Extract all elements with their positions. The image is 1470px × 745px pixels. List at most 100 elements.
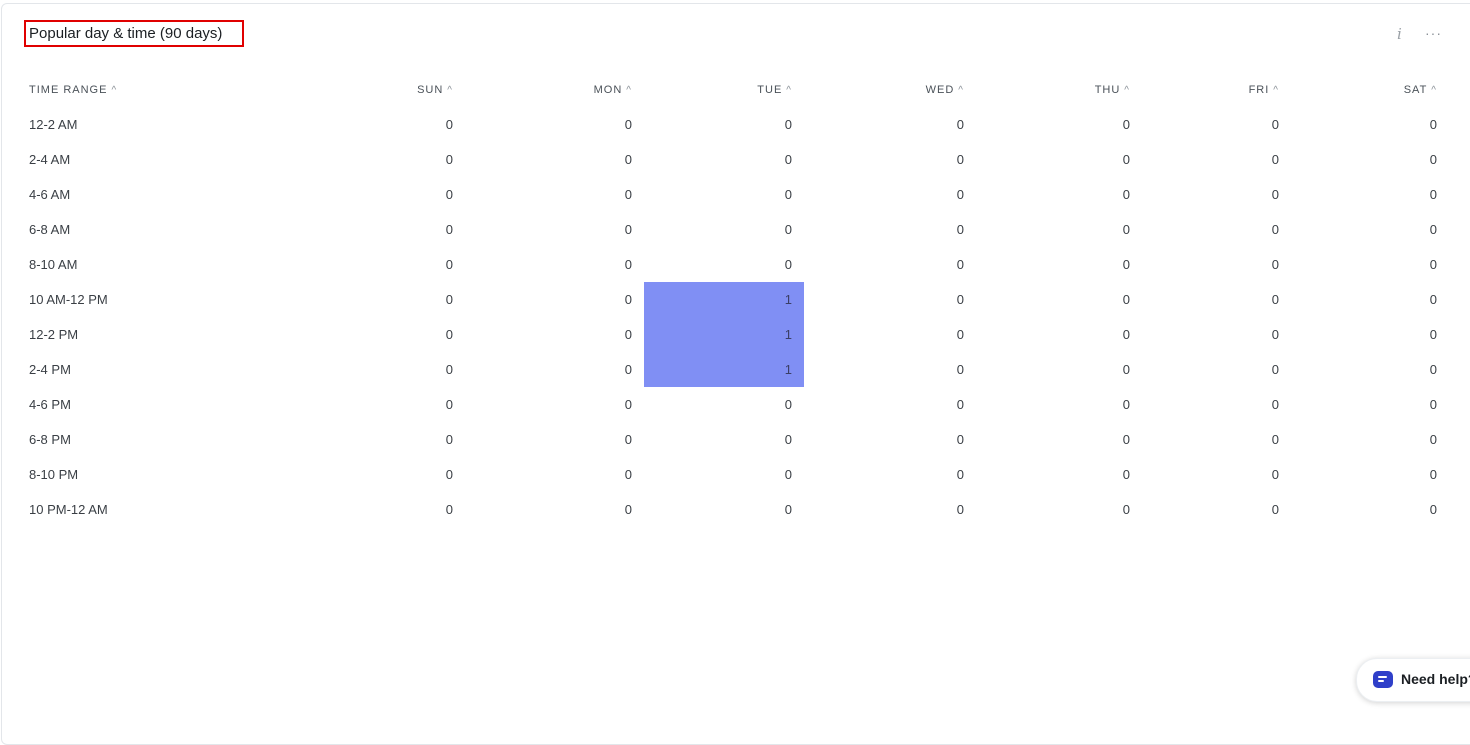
column-header-label: SAT (1403, 83, 1428, 96)
count-cell-thu: 0 (1122, 187, 1130, 202)
count-cell-sun: 0 (445, 257, 453, 272)
time-range-cell: 12-2 AM (29, 117, 78, 132)
count-cell-tue: 0 (784, 432, 792, 447)
count-cell-sat: 0 (1429, 292, 1437, 307)
column-header-thu[interactable]: THU ^ (976, 72, 1142, 107)
count-cell-wed: 0 (956, 327, 964, 342)
time-range-cell: 4-6 PM (29, 397, 71, 412)
sort-arrow-icon: ^ (447, 84, 453, 96)
column-header-sat[interactable]: SAT ^ (1291, 72, 1449, 107)
count-cell-fri: 0 (1271, 327, 1279, 342)
count-cell-wed: 0 (956, 502, 964, 517)
count-cell-fri: 0 (1271, 222, 1279, 237)
column-header-label: TIME RANGE (29, 83, 108, 96)
count-cell-mon: 0 (624, 397, 632, 412)
count-cell-mon: 0 (624, 467, 632, 482)
time-range-cell: 8-10 AM (29, 257, 78, 272)
count-cell-mon: 0 (624, 222, 632, 237)
count-cell-tue: 1 (644, 352, 804, 387)
table-body: 12-2 AM 0 0 0 0 0 0 0 2-4 AM 0 0 0 0 0 0 0 4-6 AM 0 0 0 0 0 0 0… (20, 107, 1449, 527)
count-cell-tue: 0 (784, 467, 792, 482)
count-cell-fri: 0 (1271, 467, 1279, 482)
widget-title: Popular day & time (90 days) (29, 25, 223, 42)
count-cell-mon: 0 (624, 292, 632, 307)
column-header-tue[interactable]: TUE ^ (644, 72, 804, 107)
count-cell-wed: 0 (956, 187, 964, 202)
info-icon[interactable]: i (1397, 25, 1402, 43)
count-cell-mon: 0 (624, 327, 632, 342)
count-cell-thu: 0 (1122, 502, 1130, 517)
count-cell-sat: 0 (1429, 187, 1437, 202)
sort-arrow-icon: ^ (1124, 84, 1130, 96)
more-options-icon[interactable]: ··· (1425, 25, 1442, 41)
count-cell-sun: 0 (445, 397, 453, 412)
column-header-mon[interactable]: MON ^ (465, 72, 644, 107)
count-cell-sun: 0 (445, 502, 453, 517)
sort-arrow-icon: ^ (1431, 84, 1437, 96)
count-cell-thu: 0 (1122, 432, 1130, 447)
count-cell-fri: 0 (1271, 362, 1279, 377)
time-range-cell: 10 PM-12 AM (29, 502, 108, 517)
count-cell-mon: 0 (624, 117, 632, 132)
column-header-label: TUE (757, 83, 783, 96)
table-row: 10 AM-12 PM 0 0 1 0 0 0 0 (20, 282, 1449, 317)
table-header-row: TIME RANGE ^ SUN ^ MON ^ TUE ^ WED ^ THU ^ FRI ^ SAT ^ (20, 72, 1449, 107)
count-cell-thu: 0 (1122, 152, 1130, 167)
count-cell-sun: 0 (445, 222, 453, 237)
time-range-cell: 10 AM-12 PM (29, 292, 108, 307)
column-header-label: FRI (1248, 83, 1270, 96)
time-range-cell: 6-8 AM (29, 222, 71, 237)
table-row: 12-2 AM 0 0 0 0 0 0 0 (20, 107, 1449, 142)
need-help-button[interactable]: Need help? (1356, 658, 1470, 702)
count-cell-wed: 0 (956, 292, 964, 307)
table-row: 4-6 PM 0 0 0 0 0 0 0 (20, 387, 1449, 422)
table-row: 12-2 PM 0 0 1 0 0 0 0 (20, 317, 1449, 352)
count-cell-tue: 1 (644, 317, 804, 352)
time-range-cell: 12-2 PM (29, 327, 79, 342)
count-cell-mon: 0 (624, 257, 632, 272)
table-row: 10 PM-12 AM 0 0 0 0 0 0 0 (20, 492, 1449, 527)
count-cell-mon: 0 (624, 187, 632, 202)
count-cell-wed: 0 (956, 432, 964, 447)
count-cell-tue: 0 (784, 187, 792, 202)
count-cell-wed: 0 (956, 362, 964, 377)
count-cell-sat: 0 (1429, 257, 1437, 272)
count-cell-thu: 0 (1122, 327, 1130, 342)
count-cell-thu: 0 (1122, 467, 1130, 482)
time-range-cell: 2-4 PM (29, 362, 71, 377)
count-cell-sat: 0 (1429, 432, 1437, 447)
count-cell-wed: 0 (956, 152, 964, 167)
count-cell-tue: 0 (784, 502, 792, 517)
count-cell-fri: 0 (1271, 397, 1279, 412)
count-cell-thu: 0 (1122, 222, 1130, 237)
table-row: 4-6 AM 0 0 0 0 0 0 0 (20, 177, 1449, 212)
sort-arrow-icon: ^ (626, 84, 632, 96)
sort-arrow-icon: ^ (786, 84, 792, 96)
column-header-label: SUN (417, 83, 444, 96)
count-cell-fri: 0 (1271, 502, 1279, 517)
column-header-wed[interactable]: WED ^ (804, 72, 976, 107)
count-cell-sat: 0 (1429, 152, 1437, 167)
sort-arrow-icon: ^ (1273, 84, 1279, 96)
sort-arrow-icon: ^ (111, 84, 118, 96)
count-cell-sun: 0 (445, 467, 453, 482)
column-header-label: THU (1094, 83, 1121, 96)
sort-arrow-icon: ^ (958, 84, 964, 96)
count-cell-fri: 0 (1271, 292, 1279, 307)
time-range-cell: 2-4 AM (29, 152, 71, 167)
count-cell-tue: 1 (644, 282, 804, 317)
column-header-time-range[interactable]: TIME RANGE ^ (20, 72, 240, 107)
table-row: 6-8 PM 0 0 0 0 0 0 0 (20, 422, 1449, 457)
count-cell-thu: 0 (1122, 292, 1130, 307)
count-cell-thu: 0 (1122, 117, 1130, 132)
count-cell-fri: 0 (1271, 152, 1279, 167)
column-header-fri[interactable]: FRI ^ (1142, 72, 1291, 107)
count-cell-wed: 0 (956, 397, 964, 412)
column-header-sun[interactable]: SUN ^ (240, 72, 465, 107)
count-cell-sun: 0 (445, 362, 453, 377)
count-cell-sun: 0 (445, 327, 453, 342)
table-row: 8-10 PM 0 0 0 0 0 0 0 (20, 457, 1449, 492)
count-cell-mon: 0 (624, 362, 632, 377)
need-help-label: Need help? (1401, 671, 1470, 687)
time-range-cell: 8-10 PM (29, 467, 79, 482)
